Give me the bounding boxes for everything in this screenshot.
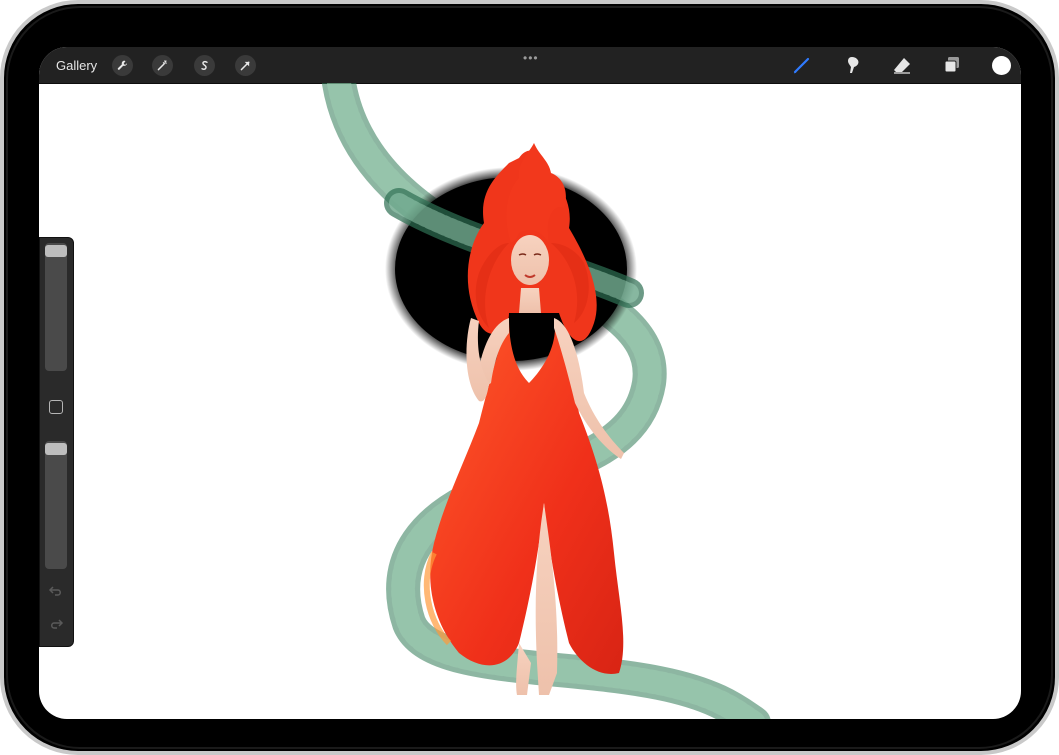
left-sidebar — [39, 237, 74, 647]
redo-icon[interactable] — [48, 616, 64, 632]
smudge-tool-button[interactable] — [841, 53, 865, 77]
top-toolbar: Gallery ••• — [39, 47, 1021, 84]
wrench-icon — [117, 60, 128, 70]
gallery-button[interactable]: Gallery — [56, 58, 97, 73]
selection-s-icon — [201, 60, 208, 70]
eraser-tool-button[interactable] — [890, 53, 914, 77]
layers-button[interactable] — [940, 53, 964, 77]
artwork-illustration — [322, 83, 771, 719]
selection-button[interactable] — [194, 55, 215, 76]
modify-button[interactable] — [49, 400, 63, 414]
brush-tool-button[interactable] — [790, 53, 814, 77]
brush-icon — [793, 57, 810, 74]
layers-icon — [944, 57, 959, 73]
more-options-handle[interactable]: ••• — [523, 51, 539, 65]
arrow-cursor-icon — [240, 61, 250, 71]
adjustments-button[interactable] — [152, 55, 173, 76]
ipad-frame: Gallery ••• — [0, 0, 1059, 755]
undo-icon[interactable] — [48, 583, 64, 599]
eraser-icon — [894, 58, 910, 74]
magic-wand-icon — [157, 60, 168, 71]
procreate-screen: Gallery ••• — [39, 47, 1021, 719]
actions-button[interactable] — [112, 55, 133, 76]
brush-size-slider[interactable] — [45, 243, 67, 371]
brush-size-thumb[interactable] — [45, 245, 67, 258]
smudge-icon — [848, 57, 859, 73]
opacity-thumb[interactable] — [45, 443, 67, 456]
opacity-slider[interactable] — [45, 441, 67, 569]
color-picker-button[interactable] — [992, 56, 1011, 75]
drawing-canvas[interactable] — [39, 83, 1021, 719]
transform-button[interactable] — [235, 55, 256, 76]
